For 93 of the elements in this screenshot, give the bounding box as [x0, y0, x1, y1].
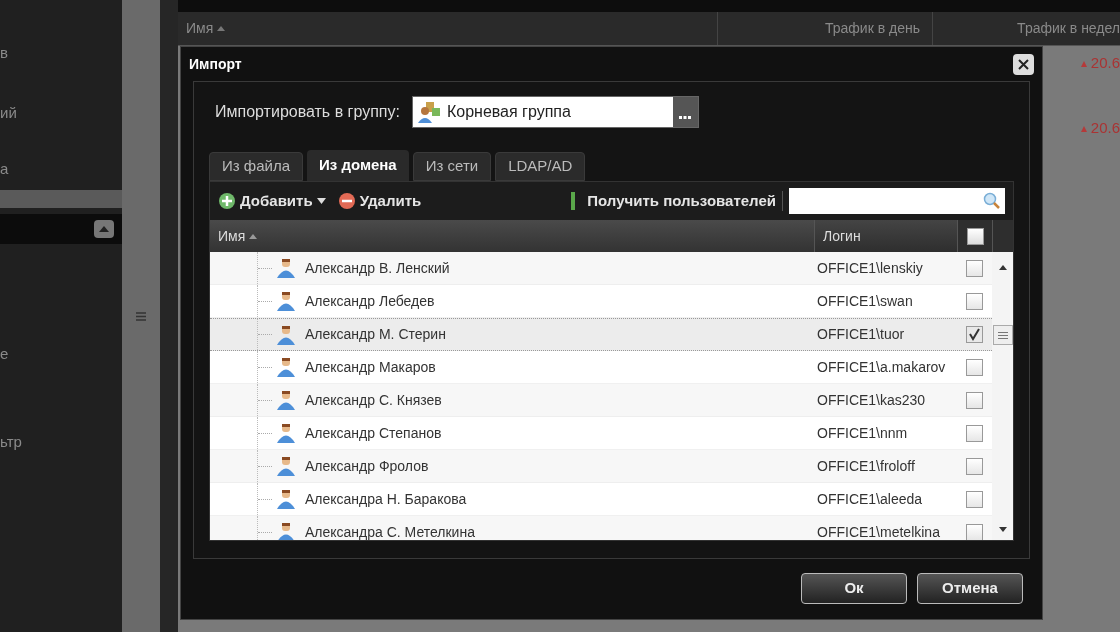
login-cell-text: OFFICE1\a.makarov — [816, 357, 947, 377]
user-name: Александр Степанов — [305, 423, 442, 443]
user-name: Александр Лебедев — [305, 291, 435, 311]
user-name: Александра С. Метелкина — [305, 522, 475, 540]
dialog-title: Импорт — [189, 54, 242, 74]
sidebar-text: е — [0, 344, 9, 364]
column-header[interactable]: Имя — [210, 220, 814, 252]
traffic-value: 20.6 — [1090, 118, 1120, 139]
minus-icon — [337, 192, 356, 210]
column-header[interactable]: Логин — [814, 220, 957, 252]
user-name: Александр Макаров — [305, 357, 436, 377]
checkbox[interactable] — [966, 391, 983, 409]
user-icon — [276, 258, 296, 278]
tab[interactable]: Из файла — [209, 152, 303, 181]
login-cell-text: OFFICE1\aleeda — [816, 489, 924, 509]
user-icon — [276, 390, 296, 410]
table-row[interactable]: Александр Макаров OFFICE1\a.makarov — [210, 351, 992, 384]
user-icon — [276, 357, 296, 377]
login-cell-text: OFFICE1\lenskiy — [816, 258, 924, 278]
group-picker[interactable]: Корневая группа — [411, 96, 699, 128]
select-all-checkbox[interactable] — [966, 227, 984, 245]
scrollbar[interactable] — [992, 252, 1013, 540]
scroll-thumb[interactable] — [992, 325, 1013, 345]
checkbox[interactable] — [966, 490, 983, 508]
caret-icon — [99, 226, 109, 232]
tab[interactable]: Из домена — [307, 150, 409, 181]
collapse-button[interactable] — [94, 220, 114, 238]
table-row[interactable]: Александр Лебедев OFFICE1\swan — [210, 285, 992, 318]
dialog-button[interactable]: Ок — [801, 573, 907, 604]
checkbox[interactable] — [966, 358, 983, 376]
column-header: Имя — [186, 19, 214, 38]
table-row[interactable]: Александра Н. Баракова OFFICE1\aleeda — [210, 483, 992, 516]
sidebar-text: ьтр — [0, 432, 22, 452]
checkbox[interactable] — [966, 424, 983, 442]
user-icon — [276, 522, 296, 540]
sort-icon — [217, 26, 226, 31]
checkbox[interactable] — [966, 523, 983, 540]
close-button[interactable] — [1013, 53, 1034, 75]
bar-icon — [571, 192, 576, 210]
sidebar-text: в — [0, 43, 8, 63]
table-row[interactable]: Александр Степанов OFFICE1\nnm — [210, 417, 992, 450]
search-field[interactable] — [789, 188, 1005, 214]
add-button[interactable]: Добавить — [218, 189, 326, 213]
checkbox[interactable] — [966, 259, 983, 277]
fetch-users-button[interactable]: Получить пользователей — [571, 189, 776, 213]
login-cell-text: OFFICE1\nnm — [816, 423, 909, 443]
plus-icon — [218, 192, 236, 210]
user-name: Александр С. Князев — [305, 390, 442, 410]
table-row[interactable]: Александр М. Стерин OFFICE1\tuor — [210, 318, 992, 351]
table-row[interactable]: Александр Фролов OFFICE1\froloff — [210, 450, 992, 483]
column-header: Трафик в день — [825, 19, 920, 38]
up-arrow-icon — [1080, 60, 1087, 67]
browse-button[interactable] — [672, 97, 698, 127]
scroll-up-icon[interactable] — [998, 265, 1007, 270]
group-icon — [416, 100, 443, 124]
user-name: Александр Фролов — [305, 456, 429, 476]
user-name: Александр М. Стерин — [305, 325, 446, 344]
user-icon — [276, 291, 296, 311]
user-name: Александр В. Ленский — [305, 258, 450, 278]
sort-icon — [249, 233, 258, 239]
login-cell-text: OFFICE1\swan — [816, 291, 914, 311]
user-name: Александра Н. Баракова — [305, 489, 467, 509]
table-row[interactable]: Александр В. Ленский OFFICE1\lenskiy — [210, 252, 992, 285]
tab[interactable]: Из сети — [412, 152, 492, 181]
group-label: Импортировать в группу: — [214, 102, 400, 122]
up-arrow-icon — [1080, 125, 1087, 132]
checkbox[interactable] — [966, 457, 983, 475]
ellipsis-icon — [679, 116, 692, 119]
caret-icon — [316, 198, 326, 204]
close-icon — [1018, 58, 1029, 70]
remove-button[interactable]: Удалить — [337, 189, 422, 213]
traffic-value: 20.6 — [1090, 53, 1120, 74]
search-icon — [983, 192, 1001, 210]
login-cell-text: OFFICE1\kas230 — [816, 390, 927, 410]
dialog-button[interactable]: Отмена — [917, 573, 1023, 604]
user-icon — [276, 489, 296, 509]
user-icon — [276, 423, 296, 443]
tab[interactable]: LDAP/AD — [495, 152, 586, 181]
sidebar-text: а — [0, 159, 9, 179]
login-cell-text: OFFICE1\metelkina — [816, 522, 941, 540]
checkbox[interactable] — [966, 292, 983, 310]
user-icon — [276, 456, 296, 476]
table-row[interactable]: Александр С. Князев OFFICE1\kas230 — [210, 384, 992, 417]
grip-icon — [136, 311, 146, 321]
login-cell-text: OFFICE1\froloff — [816, 456, 916, 476]
sidebar-text: ий — [0, 103, 17, 123]
user-icon — [276, 324, 296, 345]
login-cell-text: OFFICE1\tuor — [816, 325, 906, 344]
checkbox[interactable] — [966, 326, 983, 343]
table-row[interactable]: Александра С. Метелкина OFFICE1\metelkina — [210, 516, 992, 540]
scroll-down-icon[interactable] — [998, 527, 1007, 532]
group-value: Корневая группа — [445, 102, 572, 122]
column-header: Трафик в недел — [1017, 19, 1120, 38]
